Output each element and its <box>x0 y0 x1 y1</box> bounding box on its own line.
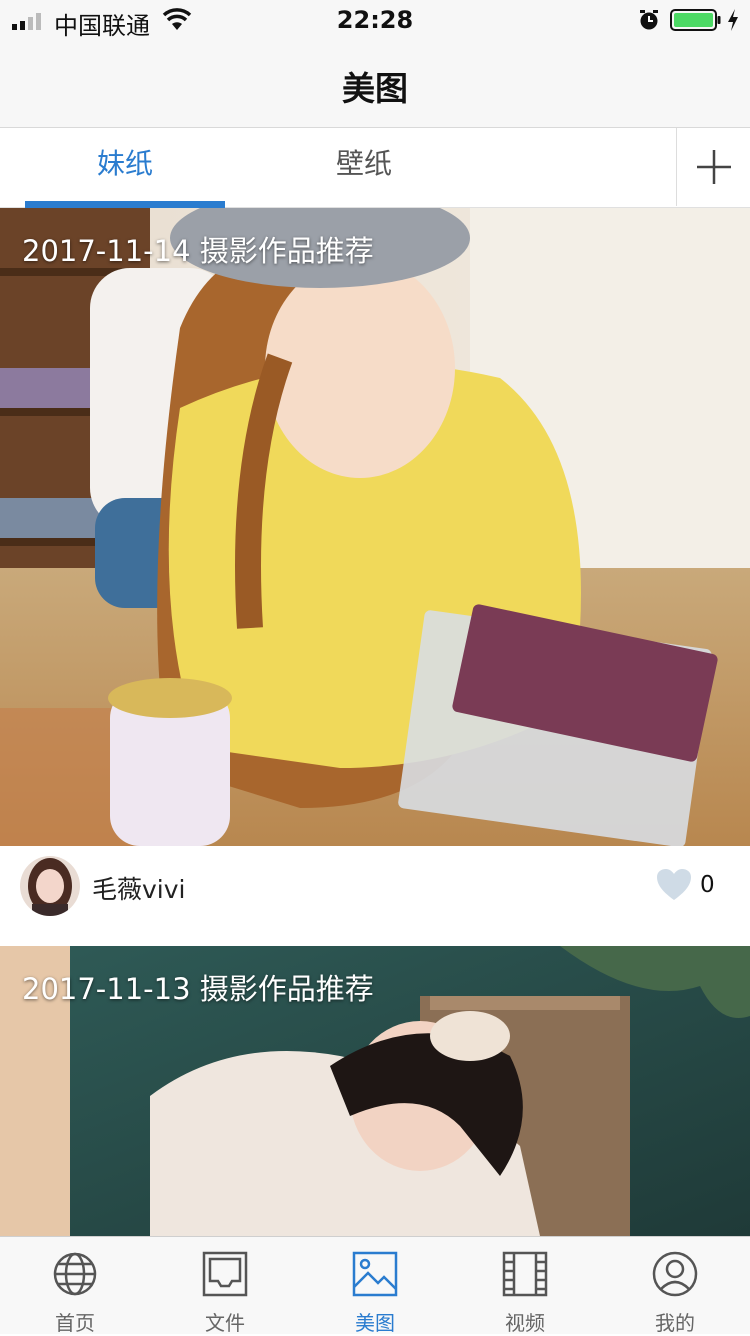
tabbar-item-gallery[interactable]: 美图 <box>300 1237 450 1335</box>
feed-photo[interactable]: 2017-11-13 摄影作品推荐 <box>0 946 750 1236</box>
like-count: 0 <box>700 872 715 898</box>
category-tabs: 妹纸 壁纸 <box>0 128 750 208</box>
feed-card[interactable]: 2017-11-13 摄影作品推荐 <box>0 946 750 1236</box>
image-icon <box>352 1251 398 1297</box>
tabbar-item-video[interactable]: 视频 <box>450 1237 600 1335</box>
page-title: 美图 <box>342 69 408 108</box>
tabbar-label: 首页 <box>55 1311 95 1335</box>
photo-caption: 2017-11-14 摄影作品推荐 <box>22 234 374 268</box>
user-icon <box>652 1251 698 1297</box>
top-bar: 中国联通 22:28 美图 <box>0 0 750 128</box>
feed-photo[interactable]: 2017-11-14 摄影作品推荐 <box>0 208 750 846</box>
inbox-icon <box>202 1251 248 1297</box>
heart-icon[interactable] <box>656 868 692 902</box>
tabbar-label: 美图 <box>355 1311 395 1335</box>
tabbar-label: 文件 <box>205 1311 245 1335</box>
tab-meizhi[interactable]: 妹纸 <box>25 128 225 208</box>
charging-icon <box>728 9 738 31</box>
status-bar: 中国联通 22:28 <box>0 0 750 40</box>
photo-caption: 2017-11-13 摄影作品推荐 <box>22 972 374 1006</box>
tabbar-item-me[interactable]: 我的 <box>600 1237 750 1335</box>
author-row: 毛薇vivi 0 <box>0 846 750 946</box>
author-name[interactable]: 毛薇vivi <box>92 870 185 906</box>
globe-icon <box>53 1252 97 1296</box>
feed-card[interactable]: 2017-11-14 摄影作品推荐 毛薇vivi 0 <box>0 208 750 946</box>
bottom-tab-bar: 首页 文件 美图 视频 我的 <box>0 1236 750 1335</box>
tabbar-label: 我的 <box>655 1311 695 1335</box>
add-tab-button[interactable] <box>676 128 750 206</box>
tab-wallpaper[interactable]: 壁纸 <box>264 128 464 206</box>
alarm-icon <box>640 10 658 30</box>
tabbar-item-files[interactable]: 文件 <box>150 1237 300 1335</box>
film-icon <box>502 1251 548 1297</box>
tabbar-item-home[interactable]: 首页 <box>0 1237 150 1335</box>
plus-icon <box>697 150 731 184</box>
battery-icon <box>670 9 721 31</box>
tabbar-label: 视频 <box>505 1311 545 1335</box>
avatar[interactable] <box>20 856 80 916</box>
